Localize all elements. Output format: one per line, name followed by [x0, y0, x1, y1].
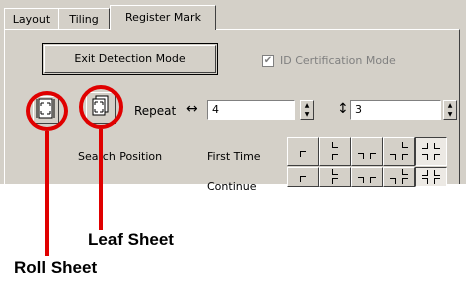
- vertical-repeat-spinner[interactable]: ▲ ▼: [443, 100, 457, 120]
- continue-pos-3[interactable]: [351, 167, 383, 187]
- roll-sheet-callout: Roll Sheet: [14, 258, 98, 277]
- first-time-pos-4[interactable]: [383, 137, 415, 166]
- continue-pos-1[interactable]: [287, 167, 319, 187]
- exit-detection-mode-button[interactable]: Exit Detection Mode: [44, 45, 216, 73]
- horizontal-repeat-input[interactable]: 4: [207, 100, 295, 120]
- continue-pos-4[interactable]: [383, 167, 415, 187]
- leaf-sheet-highlight: [79, 85, 123, 129]
- id-certification-checkbox[interactable]: ✔: [262, 55, 274, 67]
- leaf-sheet-callout: Leaf Sheet: [88, 230, 174, 249]
- continue-pos-5[interactable]: [415, 167, 447, 187]
- horizontal-arrows-icon: ↔: [186, 101, 198, 117]
- register-mark-dialog: Layout Tiling Register Mark Exit Detecti…: [0, 0, 466, 193]
- vertical-arrows-icon: ↕: [337, 101, 349, 117]
- repeat-label: Repeat: [134, 104, 177, 118]
- tab-layout[interactable]: Layout: [4, 8, 59, 29]
- first-time-label: First Time: [207, 150, 261, 163]
- tab-tiling[interactable]: Tiling: [58, 8, 110, 29]
- horizontal-repeat-spinner[interactable]: ▲ ▼: [300, 100, 314, 120]
- search-position-label: Search Position: [78, 150, 163, 163]
- continue-pos-2[interactable]: [319, 167, 351, 187]
- roll-sheet-highlight: [26, 91, 68, 131]
- first-time-pos-2[interactable]: [319, 137, 351, 166]
- leaf-sheet-pointer: [99, 129, 103, 230]
- first-time-pos-3[interactable]: [351, 137, 383, 166]
- first-time-pos-5[interactable]: [415, 137, 447, 166]
- first-time-pos-1[interactable]: [287, 137, 319, 166]
- vertical-repeat-input[interactable]: 3: [350, 100, 441, 120]
- id-certification-label: ID Certification Mode: [280, 54, 396, 67]
- tab-register-mark[interactable]: Register Mark: [110, 5, 216, 30]
- roll-sheet-pointer: [45, 131, 49, 256]
- continue-label: Continue: [207, 180, 257, 193]
